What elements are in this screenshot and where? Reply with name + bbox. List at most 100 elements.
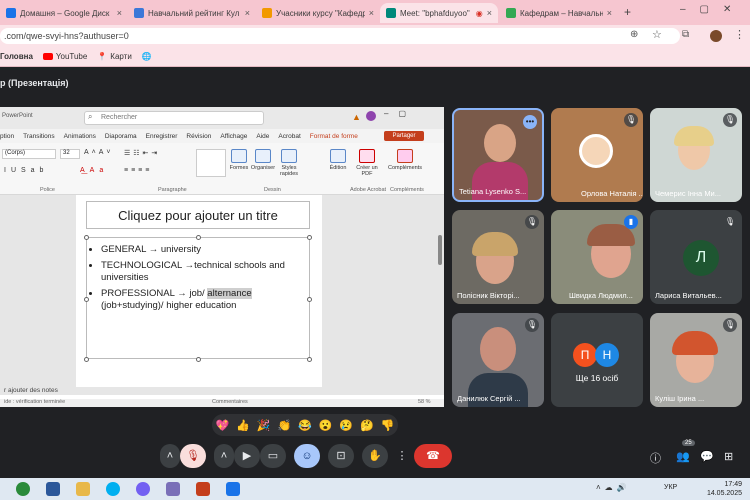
complements-button[interactable]: Compléments [388,149,422,171]
raise-hand-button[interactable]: ✋ [362,444,388,468]
camera-toggle-button[interactable]: ▶ [234,444,260,468]
ppt-window-controls[interactable]: –▢ [384,109,416,118]
chat-icon[interactable]: 💬 [700,450,714,463]
ppt-search-input[interactable]: Rechercher [84,111,264,125]
bookmark-maps[interactable]: 📍 Карти [97,52,131,61]
system-tray-icons[interactable]: ˄☁🔊 [596,483,631,492]
present-button[interactable]: ⊡ [328,444,354,468]
slide-title-placeholder[interactable]: Cliquez pour ajouter un titre [86,201,310,229]
camera-options-button[interactable]: ˄ [214,444,234,468]
new-tab-button[interactable]: + [624,5,631,19]
user-avatar[interactable] [366,111,376,121]
resize-handle[interactable] [196,357,201,362]
tab-course[interactable]: Учасники курсу "Кафедр × [256,3,380,23]
bookmark-youtube[interactable]: YouTube [42,52,87,61]
menu-icon[interactable]: ⋮ [734,28,745,41]
close-tab-icon[interactable]: × [245,8,250,18]
close-tab-icon[interactable]: × [369,8,374,18]
tab-meet[interactable]: Meet: "bphafduyoo" ◉ × [380,3,498,23]
shapes-gallery[interactable] [196,149,226,177]
font-size-select[interactable]: 32 [60,149,80,159]
resize-handle[interactable] [84,357,89,362]
tab-ption[interactable]: ption [0,133,14,140]
more-options-icon[interactable]: ••• [523,115,537,129]
globe-icon[interactable]: 🌐 [142,52,152,61]
reaction-clap[interactable]: 👏 [277,419,291,432]
font-color-buttons[interactable]: A͟Aa [80,167,108,174]
more-options-button[interactable]: ⋮ [394,444,410,468]
tab-acrobat[interactable]: Acrobat [278,133,300,140]
tab-rating[interactable]: Навчальний рейтинг Кул × [128,3,256,23]
mic-toggle-button[interactable]: 🎙 [180,444,206,468]
slide-body-textbox[interactable]: GENERAL → university TECHNOLOGICAL →tech… [86,237,310,359]
participant-tile[interactable]: 🎙 Орлова Наталія ... [551,108,643,202]
participant-tile[interactable]: 🎙 Полісник Вікторі... [452,210,544,304]
zoom-icon[interactable]: ⊕ [630,29,638,40]
resize-handle[interactable] [84,297,89,302]
close-tab-icon[interactable]: × [487,8,492,18]
reaction-party[interactable]: 🎉 [257,419,271,432]
tab-google-drive[interactable]: Домашня – Google Диск × [0,3,128,23]
list-buttons[interactable]: ☰☷⇤⇥ [124,149,160,157]
tab-affichage[interactable]: Affichage [220,133,247,140]
reaction-sad[interactable]: 😢 [339,419,353,432]
tab-animations[interactable]: Animations [64,133,96,140]
app-icon[interactable] [226,482,240,496]
app-icon[interactable] [166,482,180,496]
tab-kafedram[interactable]: Кафедрам – Навчально- × [500,3,618,23]
resize-handle[interactable] [196,235,201,240]
organiser-button[interactable]: Organiser [250,149,276,171]
resize-handle[interactable] [307,235,312,240]
profile-avatar[interactable] [710,30,722,42]
skype-icon[interactable] [106,482,120,496]
info-icon[interactable]: ⓘ [650,450,661,466]
mic-options-button[interactable]: ˄ [160,444,180,468]
align-buttons[interactable]: ≡≡≡≡ [124,167,152,174]
tab-diaporama[interactable]: Diaporama [105,133,137,140]
word-icon[interactable] [46,482,60,496]
font-format-buttons[interactable]: IUSab [4,167,48,174]
resize-handle[interactable] [307,357,312,362]
tab-enregistrer[interactable]: Enregistrer [146,133,178,140]
powerpoint-icon[interactable] [196,482,210,496]
reaction-thinking[interactable]: 🤔 [360,419,374,432]
formes-button[interactable]: Formes [228,149,250,171]
language-indicator[interactable]: УКР [664,484,677,491]
captions-button[interactable]: ▭ [260,444,286,468]
close-tab-icon[interactable]: × [607,8,612,18]
font-select[interactable]: (Corps) [2,149,56,159]
participant-tile[interactable]: Л 🎙 Лариса Витальев... [650,210,742,304]
window-controls[interactable]: –▢✕ [680,4,745,15]
activities-icon[interactable]: ⊞ [724,450,733,463]
chrome-icon[interactable] [16,482,30,496]
close-tab-icon[interactable]: × [117,8,122,18]
reaction-thumbs-up[interactable]: 👍 [236,419,250,432]
clock[interactable]: 17:49 14.05.2025 [707,480,742,498]
tab-transitions[interactable]: Transitions [23,133,55,140]
emoji-button[interactable]: ☺ [294,444,320,468]
bookmark-home[interactable]: Головна [0,52,33,61]
more-participants-tile[interactable]: П Н Ще 16 осіб [551,313,643,407]
styles-button[interactable]: Styles rapides [276,149,302,177]
participant-tile[interactable]: 🎙 Чемерис Інна Ми... [650,108,742,202]
bookmark-star-icon[interactable]: ☆ [652,28,662,41]
reaction-laugh[interactable]: 😂 [298,419,312,432]
comments-button[interactable]: Commentaires [212,399,248,405]
leave-call-button[interactable]: ☎ [414,444,452,468]
scrollbar-thumb[interactable] [438,235,442,265]
zoom-level[interactable]: 58 % [418,399,431,405]
reaction-surprised[interactable]: 😮 [319,419,333,432]
tab-format-de-forme[interactable]: Format de forme [310,133,358,140]
viber-icon[interactable] [136,482,150,496]
resize-handle[interactable] [307,297,312,302]
edition-button[interactable]: Édition [326,149,350,171]
participant-tile[interactable]: ▮ Швидка Людмил... [551,210,643,304]
reaction-thumbs-down[interactable]: 👎 [381,419,395,432]
create-pdf-button[interactable]: Créer un PDF [356,149,378,177]
extensions-icon[interactable]: ⧉ [682,29,689,40]
slide[interactable]: Cliquez pour ajouter un titre GENERAL → … [76,195,322,387]
tab-revision[interactable]: Révision [186,133,211,140]
tab-aide[interactable]: Aide [256,133,269,140]
notes-pane[interactable]: r ajouter des notes [0,387,444,397]
url-field[interactable]: .com/qwe-svyi-hns?authuser=0 [0,28,680,44]
